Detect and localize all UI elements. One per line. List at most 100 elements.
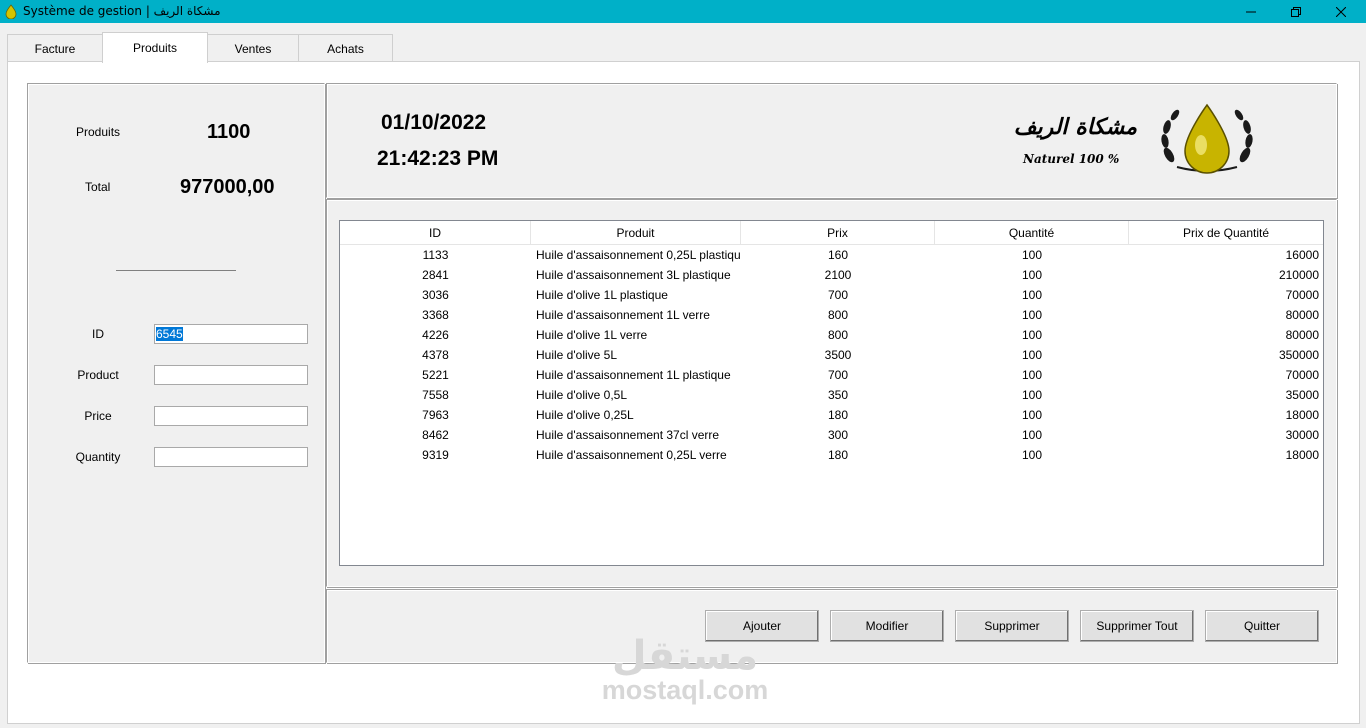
cell-quantite: 100 <box>1021 388 1043 402</box>
cell-quantite: 100 <box>1021 368 1043 382</box>
column-header-id[interactable]: ID <box>340 221 531 245</box>
table-header: ID Produit Prix Quantité Prix de Quantit… <box>340 221 1323 245</box>
mostaql-watermark: مستقل mostaql.com <box>600 636 770 704</box>
delete-button[interactable]: Supprimer <box>955 610 1069 642</box>
current-date: 01/10/2022 <box>381 111 487 134</box>
table-row[interactable]: 9319 Huile d'assaisonnement 0,25L verre 18… <box>340 445 1323 465</box>
product-input[interactable] <box>154 365 308 385</box>
tab-produits[interactable]: Produits <box>102 32 208 63</box>
column-header-prix[interactable]: Prix <box>741 221 935 245</box>
cell-quantite: 100 <box>1021 308 1043 322</box>
brand-logo-text: مشكاة الريف Naturel 100 % <box>991 110 1141 174</box>
cell-id: 5221 <box>422 368 449 382</box>
restore-icon <box>1291 6 1301 17</box>
cell-produit: Huile d'olive 1L verre <box>536 328 648 342</box>
cell-id: 3368 <box>422 308 449 322</box>
column-header-produit[interactable]: Produit <box>531 221 741 245</box>
delete-all-button[interactable]: Supprimer Tout <box>1080 610 1194 642</box>
cell-quantite: 100 <box>1021 328 1043 342</box>
quantity-input[interactable] <box>154 447 308 467</box>
table-row[interactable]: 7963 Huile d'olive 0,25L 180 100 18000 <box>340 405 1323 425</box>
cell-quantite: 100 <box>1021 428 1043 442</box>
table-row[interactable]: 5221 Huile d'assaisonnement 1L plastique 7… <box>340 365 1323 385</box>
close-icon <box>1336 6 1346 17</box>
cell-prix-quantite: 18000 <box>1285 408 1319 422</box>
close-button[interactable] <box>1318 0 1364 23</box>
cell-prix-quantite: 70000 <box>1285 368 1319 382</box>
cell-prix: 700 <box>827 288 849 302</box>
separator-line <box>116 270 236 271</box>
cell-id: 4226 <box>422 328 449 342</box>
table-row[interactable]: 7558 Huile d'olive 0,5L 350 100 35000 <box>340 385 1323 405</box>
table-row[interactable]: 4226 Huile d'olive 1L verre 800 100 80000 <box>340 325 1323 345</box>
minimize-button[interactable] <box>1228 0 1274 23</box>
left-panel: Produits 1100 Total 977000,00 ID 6545 Pr… <box>27 83 325 663</box>
products-table[interactable]: ID Produit Prix Quantité Prix de Quantit… <box>339 220 1324 566</box>
cell-produit: Huile d'assaisonnement 3L plastique <box>536 268 731 282</box>
cell-id: 4378 <box>422 348 449 362</box>
cell-produit: Huile d'olive 0,5L <box>536 388 628 402</box>
minimize-icon <box>1246 11 1256 12</box>
cell-prix-quantite: 80000 <box>1285 308 1319 322</box>
cell-id: 2841 <box>422 268 449 282</box>
cell-prix: 800 <box>827 328 849 342</box>
quit-button[interactable]: Quitter <box>1205 610 1319 642</box>
id-label: ID <box>92 327 104 341</box>
cell-quantite: 100 <box>1021 248 1043 262</box>
total-value: 977000,00 <box>180 176 275 198</box>
cell-prix: 180 <box>827 448 849 462</box>
price-input[interactable] <box>154 406 308 426</box>
column-header-prix-quantite[interactable]: Prix de Quantité <box>1129 221 1323 245</box>
tab-facture[interactable]: Facture <box>7 34 103 62</box>
cell-prix: 180 <box>827 408 849 422</box>
table-row[interactable]: 2841 Huile d'assaisonnement 3L plastique 2… <box>340 265 1323 285</box>
current-time: 21:42:23 PM <box>377 147 499 170</box>
cell-id: 7963 <box>422 408 449 422</box>
table-row[interactable]: 8462 Huile d'assaisonnement 37cl verre 300… <box>340 425 1323 445</box>
cell-produit: Huile d'olive 5L <box>536 348 618 362</box>
cell-produit: Huile d'assaisonnement 0,25L verre <box>536 448 727 462</box>
cell-produit: Huile d'assaisonnement 1L verre <box>536 308 710 322</box>
cell-produit: Huile d'olive 0,25L <box>536 408 634 422</box>
window-titlebar[interactable]: Système de gestion | مشكاة الريف <box>0 0 1366 23</box>
cell-id: 3036 <box>422 288 449 302</box>
cell-produit: Huile d'assaisonnement 1L plastique <box>536 368 731 382</box>
cell-quantite: 100 <box>1021 268 1043 282</box>
cell-prix-quantite: 70000 <box>1285 288 1319 302</box>
cell-id: 8462 <box>422 428 449 442</box>
cell-id: 7558 <box>422 388 449 402</box>
logo-naturel-text: Naturel 100 % <box>1023 152 1120 166</box>
edit-button[interactable]: Modifier <box>830 610 944 642</box>
restore-button[interactable] <box>1273 0 1319 23</box>
cell-prix: 3500 <box>824 348 852 362</box>
table-row[interactable]: 1133 Huile d'assaisonnement 0,25L plastiq… <box>340 245 1323 265</box>
cell-produit: Huile d'olive 1L plastique <box>536 288 668 302</box>
table-row[interactable]: 4378 Huile d'olive 5L 3500 100 350000 <box>340 345 1323 365</box>
id-input-value: 6545 <box>156 327 183 341</box>
products-count-value: 1100 <box>207 121 251 143</box>
logo-arabic-text: مشكاة الريف <box>1013 114 1137 140</box>
cell-prix: 300 <box>827 428 849 442</box>
cell-prix-quantite: 350000 <box>1278 348 1319 362</box>
column-header-quantite[interactable]: Quantité <box>935 221 1129 245</box>
header-panel: 01/10/2022 21:42:23 PM مشكاة الريف Natur… <box>326 83 1337 198</box>
cell-id: 9319 <box>422 448 449 462</box>
cell-prix: 700 <box>827 368 849 382</box>
tab-achats[interactable]: Achats <box>298 34 393 62</box>
cell-prix: 2100 <box>824 268 852 282</box>
cell-prix: 350 <box>827 388 849 402</box>
product-label: Product <box>77 368 119 382</box>
id-input[interactable]: 6545 <box>154 324 308 344</box>
table-row[interactable]: 3036 Huile d'olive 1L plastique 700 100 7000… <box>340 285 1323 305</box>
cell-prix-quantite: 210000 <box>1278 268 1319 282</box>
cell-prix-quantite: 30000 <box>1285 428 1319 442</box>
cell-quantite: 100 <box>1021 288 1043 302</box>
tab-ventes[interactable]: Ventes <box>207 34 299 62</box>
cell-produit: Huile d'assaisonnement 0,25L plastiqu <box>536 248 741 262</box>
cell-prix-quantite: 80000 <box>1285 328 1319 342</box>
cell-prix: 800 <box>827 308 849 322</box>
table-row[interactable]: 3368 Huile d'assaisonnement 1L verre 800 10… <box>340 305 1323 325</box>
cell-quantite: 100 <box>1021 348 1043 362</box>
watermark-arabic-text: مستقل <box>611 633 759 679</box>
olive-drop-icon <box>5 4 17 19</box>
